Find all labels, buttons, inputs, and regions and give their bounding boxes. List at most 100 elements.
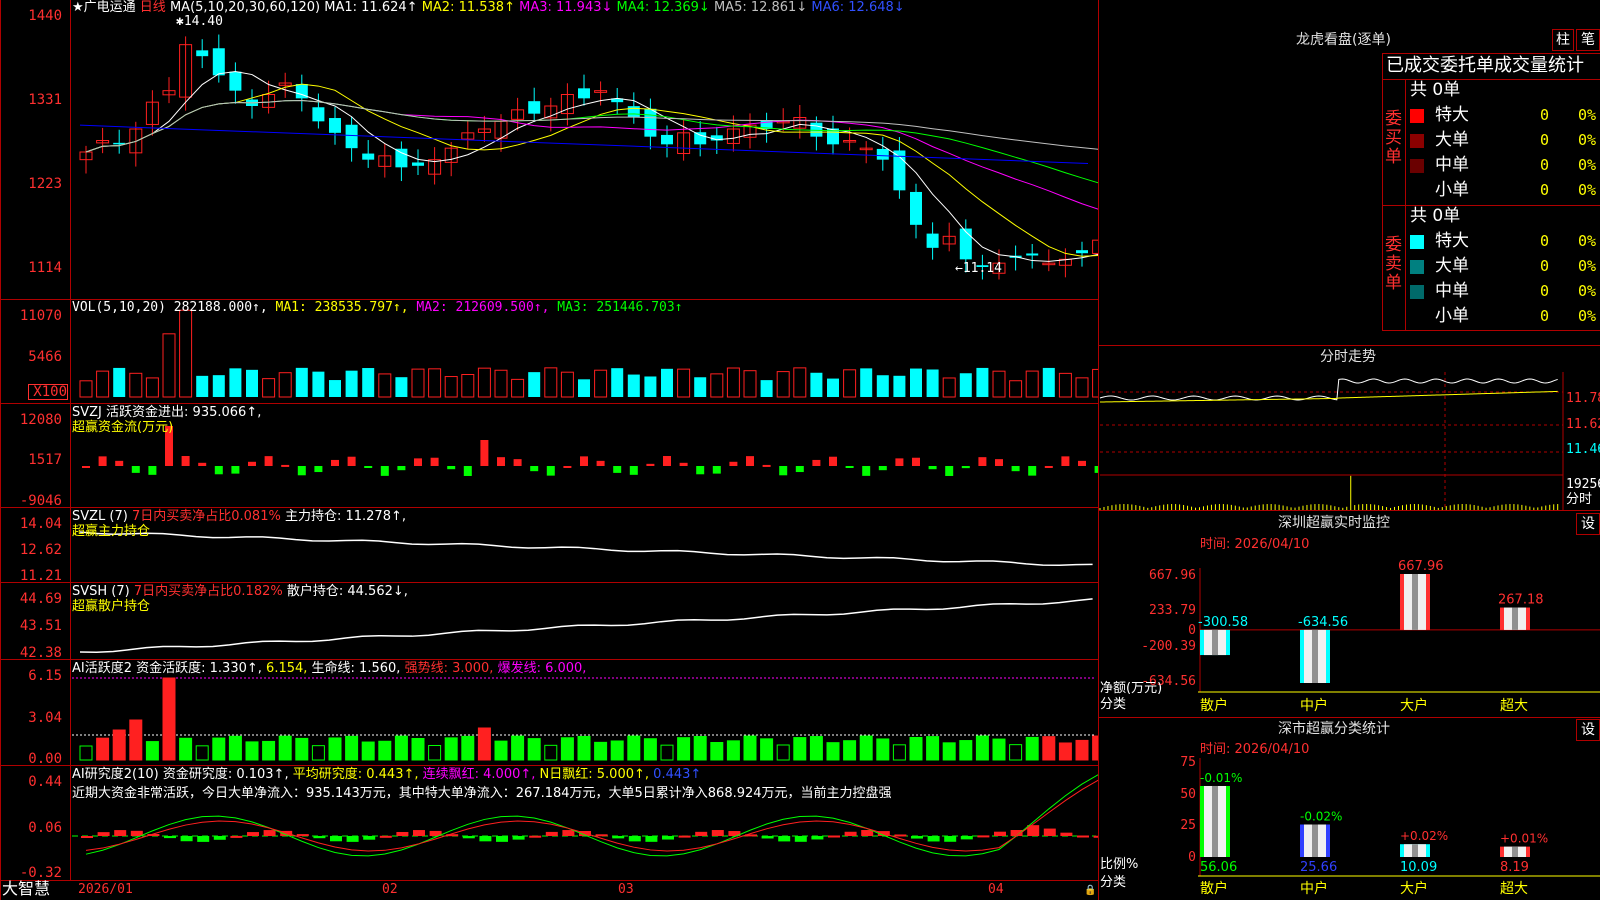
svzj-tick-1: 12080 — [19, 412, 62, 428]
svzj-bar — [281, 464, 290, 467]
svsh-header: SVSH (7) 7日内买卖净占比0.182% 散户持仓: 44.562↓, — [72, 585, 408, 599]
period-label[interactable]: 日线 — [140, 0, 166, 15]
candle-body — [694, 132, 707, 145]
svzj-bar — [663, 456, 671, 466]
ai-active-bar — [760, 738, 774, 761]
svzj-bar — [580, 456, 588, 466]
svsh-tick-3: 42.38 — [19, 645, 62, 661]
svzl-label2: 主力持仓: 11.278↑, — [284, 509, 406, 524]
classify-title: 深市超赢分类统计 — [1278, 721, 1390, 737]
svzj-bar — [497, 457, 505, 466]
classify-tick-1: 75 — [1180, 755, 1196, 770]
vol-bar — [411, 368, 425, 398]
svzj-bar — [131, 466, 140, 473]
chart-header: ★广电运通 日线 MA(5,10,20,30,60,120) MA1: 11.6… — [72, 1, 905, 15]
ai-active-bar — [527, 738, 541, 761]
svzj-bar — [596, 460, 605, 466]
vol-bar — [1058, 372, 1072, 398]
vol-bar — [992, 370, 1006, 398]
svzj-bar — [98, 456, 107, 466]
monitor-bar-shade — [1512, 607, 1518, 630]
research-bar — [479, 836, 492, 842]
vol-bar — [827, 378, 839, 397]
pen-view-button[interactable]: 笔 — [1576, 29, 1600, 51]
vol-bar — [1042, 367, 1055, 397]
ai-active-bar — [544, 744, 558, 761]
vol-bar — [295, 367, 308, 397]
research-bar — [263, 830, 276, 836]
monitor-bar-highlight — [1404, 574, 1426, 630]
ai-active-bar — [345, 735, 359, 761]
ai-active-bar — [378, 740, 392, 761]
svzj-bar — [829, 456, 837, 466]
kline-chart[interactable] — [0, 0, 1098, 900]
stock-name[interactable]: ★广电运通 — [72, 0, 136, 15]
bar-view-button[interactable]: 柱 — [1552, 29, 1574, 51]
classify-value-label: 25.66 — [1300, 860, 1337, 875]
ai-active-bar — [228, 735, 242, 761]
svzj-bar — [1061, 456, 1070, 466]
classify-ylabel: 比例% — [1100, 857, 1139, 872]
classify-sep-top — [1098, 717, 1600, 718]
buy-row-count: 0 — [1540, 181, 1550, 199]
vol-bar — [511, 378, 525, 398]
vol-bar — [145, 377, 159, 398]
research-bar — [114, 830, 127, 836]
vol-bar — [1025, 370, 1039, 398]
ai-active-bar — [145, 741, 159, 761]
lock-icon[interactable]: 🔒 — [1084, 884, 1096, 898]
monitor-settings-button[interactable]: 设 — [1576, 513, 1600, 535]
ai-active-bar — [959, 740, 973, 761]
research-bar — [927, 836, 940, 842]
ai-active-bar — [1025, 736, 1039, 761]
time-tick-3: 03 — [618, 882, 634, 897]
svsh-tick-1: 44.69 — [19, 591, 62, 607]
ma4-value: MA4: 12.369↓ — [616, 0, 710, 15]
ma5-line — [85, 70, 1098, 262]
svzj-bar — [961, 466, 970, 469]
monitor-tick-3: 0 — [1188, 623, 1196, 638]
research-bar — [197, 836, 210, 842]
research-bar — [81, 836, 93, 838]
buy-row-pct: 0% — [1578, 156, 1597, 174]
ai-active-bar — [461, 735, 475, 761]
ai-active-bar — [1092, 735, 1098, 761]
svsh-subtitle: 超赢散户持仓 — [72, 599, 151, 614]
classify-settings-button[interactable]: 设 — [1576, 719, 1600, 741]
research-bar — [861, 830, 874, 836]
buy-row-name: 特大 — [1435, 105, 1469, 125]
monitor-category-label: 超大 — [1500, 698, 1528, 714]
monitor-value-label: 667.96 — [1398, 559, 1444, 574]
svzj-bar — [530, 466, 539, 472]
vol-bar — [79, 380, 93, 398]
ai-active-bar — [859, 735, 873, 761]
svzj-bar — [1011, 466, 1020, 472]
vol-bar — [428, 368, 442, 398]
research-bar — [645, 836, 658, 842]
right-divider — [1098, 0, 1099, 900]
research-bar — [413, 830, 425, 836]
svzj-bar — [231, 466, 240, 474]
vol-unit: X100 — [28, 384, 68, 400]
buy-row-pct: 0% — [1578, 106, 1597, 124]
vol-bar — [461, 374, 475, 398]
research-bar — [396, 831, 409, 836]
ai-research-label5: 0.443↑ — [653, 767, 702, 782]
ai-active-bar — [843, 740, 857, 761]
vol-bar — [843, 369, 857, 398]
ai-research-label3: 连续飘红: 4.000↑, — [422, 767, 536, 782]
vol-bar — [644, 376, 657, 397]
ai-active-bar — [79, 745, 93, 761]
svzj-bar — [331, 459, 339, 466]
research-bar — [711, 830, 724, 836]
svzj-bar — [264, 456, 273, 466]
sell-swatch — [1410, 285, 1424, 299]
vol-bar — [528, 372, 541, 397]
svzj-bar — [712, 466, 721, 474]
ai-active-bar — [892, 744, 906, 761]
low-marker: ←11.14 — [955, 261, 1002, 276]
svzj-bar — [945, 466, 954, 476]
monitor-xlabel: 分类 — [1100, 697, 1127, 712]
svzj-bar — [380, 466, 389, 476]
intraday-price-line — [1099, 378, 1558, 401]
